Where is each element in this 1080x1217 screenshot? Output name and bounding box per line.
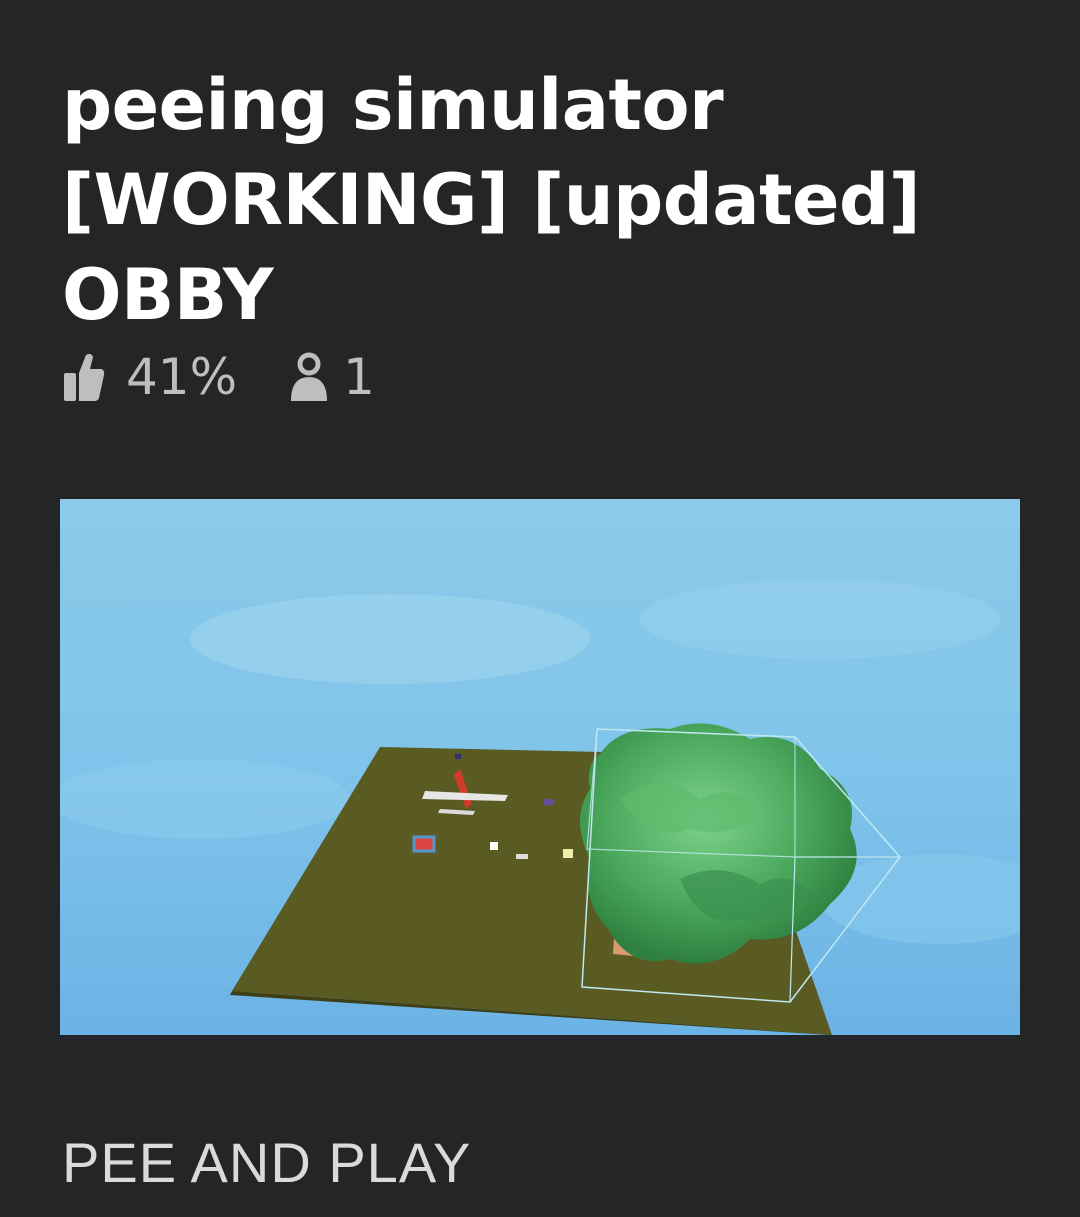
person-icon	[287, 351, 331, 403]
game-stats: 41% 1	[62, 346, 375, 408]
game-title: peeing simulator [WORKING] [updated] OBB…	[62, 64, 921, 336]
player-count: 1	[343, 348, 375, 406]
game-description: PEE AND PLAY	[62, 1131, 472, 1194]
rating-value: 41%	[126, 348, 238, 406]
game-thumbnail[interactable]	[60, 499, 1020, 1035]
thumbnail-image	[60, 499, 1020, 1035]
game-detail-card: peeing simulator [WORKING] [updated] OBB…	[0, 0, 1080, 1217]
thumbs-up-icon	[62, 351, 106, 403]
